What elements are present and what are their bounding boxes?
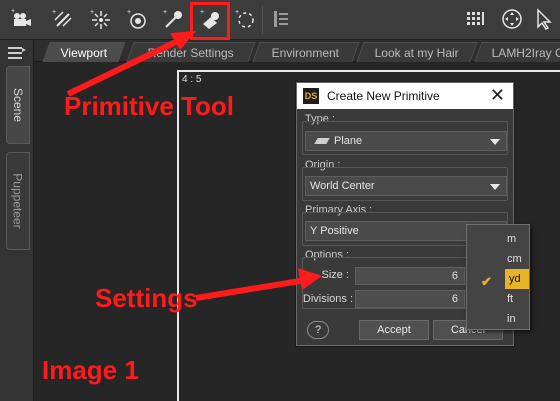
- tab-puppeteer-label: Puppeteer: [11, 173, 26, 229]
- ds-logo: DS: [303, 88, 319, 104]
- unit-label: in: [507, 313, 516, 325]
- dialog-title: Create New Primitive: [327, 89, 440, 103]
- chevron-down-icon: [490, 139, 500, 145]
- primitive-tool-annotation: Primitive Tool: [64, 91, 234, 121]
- unit-option-ft[interactable]: ft: [467, 289, 529, 309]
- unit-option-in[interactable]: in: [467, 309, 529, 329]
- size-label: Size :: [321, 269, 349, 281]
- tab-viewport-label: Viewport: [60, 46, 107, 60]
- close-icon[interactable]: ✕: [490, 85, 505, 105]
- tab-lamh2iray-label: LAMH2Iray C: [491, 46, 560, 60]
- tab-lamh2iray[interactable]: LAMH2Iray C: [474, 42, 560, 62]
- svg-text:+: +: [235, 9, 239, 16]
- node-tool-icon[interactable]: +: [232, 6, 258, 32]
- point-light-icon[interactable]: +: [87, 6, 113, 32]
- type-select[interactable]: Plane: [305, 131, 507, 151]
- divisions-field[interactable]: 6: [355, 290, 465, 308]
- tab-render-settings[interactable]: Render Settings: [126, 42, 256, 62]
- unit-option-cm[interactable]: cm: [467, 249, 529, 269]
- tab-look-at-my-hair[interactable]: Look at my Hair: [356, 42, 478, 62]
- unit-option-m[interactable]: m: [467, 229, 529, 249]
- tab-puppeteer[interactable]: Puppeteer: [6, 152, 30, 250]
- primary-axis-value: Y Positive: [310, 225, 359, 237]
- primitive-tool-highlight: [190, 2, 230, 40]
- help-button[interactable]: ?: [307, 321, 329, 339]
- left-panel-strip: Scene Puppeteer: [0, 40, 34, 401]
- tab-render-settings-label: Render Settings: [147, 46, 234, 60]
- tab-scene[interactable]: Scene: [6, 66, 30, 144]
- settings-annotation: Settings: [95, 283, 198, 313]
- grid-icon[interactable]: [462, 6, 488, 32]
- panel-menu-icon[interactable]: [8, 46, 26, 60]
- origin-value: World Center: [310, 180, 375, 192]
- light-tool-icon[interactable]: +: [160, 6, 186, 32]
- aspect-ratio-label: 4 : 5: [182, 74, 202, 85]
- svg-text:+: +: [52, 9, 56, 16]
- plane-icon: [314, 138, 330, 145]
- type-value: Plane: [334, 135, 363, 147]
- unit-label: cm: [507, 253, 522, 265]
- accept-button[interactable]: Accept: [359, 320, 429, 340]
- toolbar-separator: [262, 6, 263, 34]
- svg-text:+: +: [90, 9, 94, 16]
- camera-icon[interactable]: +: [8, 6, 34, 32]
- chevron-down-icon: [490, 184, 500, 190]
- unit-label: m: [507, 233, 517, 245]
- spotlight-icon[interactable]: +: [124, 6, 150, 32]
- size-field[interactable]: 6: [355, 267, 465, 285]
- distant-light-icon[interactable]: +: [49, 6, 75, 32]
- tab-environment[interactable]: Environment: [252, 42, 360, 62]
- svg-text:+: +: [11, 8, 15, 15]
- pointer-icon[interactable]: [531, 6, 557, 32]
- unit-option-yd[interactable]: ✔ yd: [467, 269, 529, 289]
- svg-text:+: +: [127, 9, 131, 16]
- svg-text:+: +: [163, 9, 167, 16]
- layout-icon[interactable]: [268, 6, 294, 32]
- dialog-title-bar: DS Create New Primitive ✕: [297, 83, 513, 109]
- origin-select[interactable]: World Center: [305, 176, 507, 196]
- units-menu: m cm ✔ yd ft in: [466, 224, 530, 330]
- tab-viewport[interactable]: Viewport: [42, 42, 126, 62]
- image-label-annotation: Image 1: [42, 355, 139, 385]
- tab-environment-label: Environment: [271, 46, 340, 60]
- unit-label: yd: [505, 269, 529, 289]
- universal-tool-icon[interactable]: [499, 6, 525, 32]
- tab-scene-label: Scene: [11, 87, 25, 123]
- divisions-label: Divisions :: [302, 293, 353, 305]
- unit-label: ft: [507, 293, 514, 305]
- tab-look-at-my-hair-label: Look at my Hair: [374, 46, 459, 60]
- pane-tab-bar: Viewport Render Settings Environment Loo…: [34, 40, 560, 62]
- main-toolbar: + + + + + + +: [0, 0, 560, 40]
